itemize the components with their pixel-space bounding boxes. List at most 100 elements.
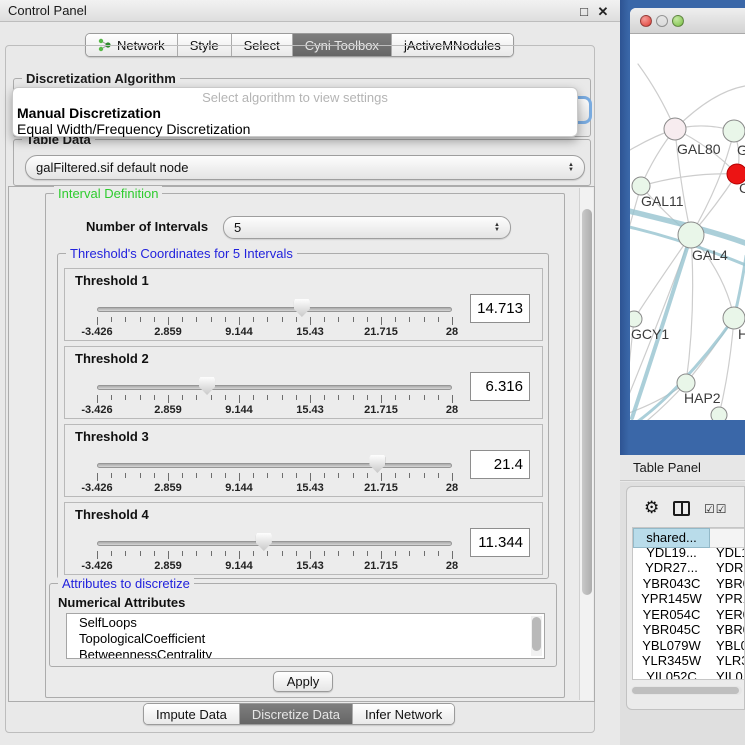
slider-tick [324, 551, 325, 556]
slider-tick [395, 317, 396, 322]
table-row[interactable]: YBR043CYBR0 [633, 575, 744, 591]
slider-tick-label: 21.715 [364, 560, 398, 572]
network-edge[interactable] [719, 318, 734, 415]
attributes-scrollbar-thumb[interactable] [532, 617, 541, 651]
table-row[interactable]: YBL079WYBL0 [633, 637, 744, 653]
network-node-gal80[interactable] [664, 118, 686, 140]
network-edge[interactable] [641, 174, 737, 186]
threshold-slider-thumb[interactable] [294, 299, 310, 317]
network-canvas[interactable]: GAL80GCGAL11GAL4GCY1HHAP2 [630, 34, 745, 420]
table-horizontal-scrollbar[interactable] [631, 686, 742, 695]
slider-tick [125, 395, 126, 400]
slider-tick [353, 317, 354, 322]
tab-discretize-data[interactable]: Discretize Data [240, 704, 353, 724]
slider-tick-label: 28 [446, 326, 458, 338]
slider-tick [97, 395, 98, 403]
close-traffic-light-icon[interactable] [640, 15, 652, 27]
slider-tick [97, 551, 98, 559]
slider-tick [140, 551, 141, 556]
table-row[interactable]: YDL19...YDL1 [633, 544, 744, 560]
algorithm-option[interactable]: Manual Discretization [13, 105, 577, 121]
tab-impute-data[interactable]: Impute Data [144, 704, 240, 724]
float-window-icon[interactable]: □ [576, 4, 592, 20]
slider-tick [253, 473, 254, 478]
slider-tick [168, 317, 169, 325]
threshold-value-field[interactable]: 21.4 [470, 450, 530, 479]
slider-tick [338, 551, 339, 556]
slider-tick [125, 551, 126, 556]
slider-tick [154, 473, 155, 478]
slider-tick [367, 317, 368, 322]
slider-tick [367, 473, 368, 478]
threshold-value-field[interactable]: 6.316 [470, 372, 530, 401]
slider-tick [424, 395, 425, 400]
table-row[interactable]: YLR345WYLR3 [633, 652, 744, 668]
threshold-panel: Threshold 4-3.4262.8599.14415.4321.71528… [64, 502, 543, 575]
table-row[interactable]: YPR145WYPR1 [633, 590, 744, 606]
threshold-slider-thumb[interactable] [199, 377, 215, 395]
threshold-panel: Threshold 1-3.4262.8599.14415.4321.71528… [64, 268, 543, 341]
table-row[interactable]: YBR045CYBR0 [633, 621, 744, 637]
apply-button[interactable]: Apply [273, 671, 333, 692]
threshold-value-field[interactable]: 11.344 [470, 528, 530, 557]
close-panel-icon[interactable]: ✕ [595, 4, 611, 20]
slider-tick-label: 21.715 [364, 482, 398, 494]
network-window-titlebar [630, 8, 745, 34]
network-node-gal4[interactable] [678, 222, 704, 248]
slider-tick [452, 473, 453, 481]
table-cell: YIL052C [633, 668, 710, 681]
zoom-traffic-light-icon[interactable] [672, 15, 684, 27]
threshold-slider-thumb[interactable] [256, 533, 272, 551]
intervals-combo-value: 5 [234, 220, 494, 235]
table-row[interactable]: YIL052CYIL0 [633, 668, 744, 681]
network-node-gcy1[interactable] [630, 311, 642, 327]
select-columns-icons[interactable]: ☑☑ [704, 502, 728, 516]
network-node-label: H [738, 326, 745, 342]
slider-tick-label: -3.426 [81, 560, 112, 572]
threshold-slider-thumb[interactable] [369, 455, 385, 473]
network-node-g[interactable] [723, 120, 745, 142]
slider-tick-label: 2.859 [154, 404, 182, 416]
slider-tick [253, 317, 254, 322]
tab-infer-network[interactable]: Infer Network [353, 704, 454, 724]
network-node[interactable] [711, 407, 727, 420]
slider-tick [111, 551, 112, 556]
attribute-list-item[interactable]: TopologicalCoefficient [67, 630, 544, 646]
slider-tick [253, 395, 254, 400]
gear-icon[interactable]: ⚙ [644, 498, 659, 518]
algorithm-option[interactable]: Equal Width/Frequency Discretization [13, 121, 577, 137]
slider-tick [97, 317, 98, 325]
slider-tick [381, 317, 382, 325]
table-row[interactable]: YER054CYER0 [633, 606, 744, 622]
slider-tick [381, 473, 382, 481]
slider-tick [367, 551, 368, 556]
threshold-slider-track[interactable] [97, 385, 452, 390]
table-data-combo-value: galFiltered.sif default node [36, 160, 568, 175]
slider-tick [211, 473, 212, 478]
threshold-slider-track[interactable] [97, 307, 452, 312]
split-columns-icon[interactable] [673, 501, 690, 516]
threshold-slider-track[interactable] [97, 463, 452, 468]
tab-label: Infer Network [365, 707, 442, 722]
minimize-traffic-light-icon[interactable] [656, 15, 668, 27]
node-table[interactable]: shared...n YDL19...YDL1YDR27...YDR2YBR04… [632, 527, 744, 680]
attribute-list-item[interactable]: BetweennessCentrality [67, 646, 544, 659]
numerical-attributes-list[interactable]: SelfLoopsTopologicalCoefficientBetweenne… [66, 613, 545, 659]
slider-tick-label: 2.859 [154, 482, 182, 494]
network-node-label: GAL80 [677, 141, 721, 157]
number-of-intervals-combo[interactable]: 5 ▲▼ [223, 216, 511, 239]
network-edge[interactable] [634, 235, 691, 319]
slider-tick-label: 28 [446, 560, 458, 572]
table-row[interactable]: YDR27...YDR2 [633, 559, 744, 575]
attributes-list-scrollbar[interactable] [531, 616, 542, 656]
table-cell: YBR043C [633, 575, 710, 591]
threshold-slider-track[interactable] [97, 541, 452, 546]
table-data-combo[interactable]: galFiltered.sif default node ▲▼ [25, 155, 585, 180]
table-hscrollbar-thumb[interactable] [632, 687, 739, 694]
network-node-label: GCY1 [631, 326, 669, 342]
attribute-list-item[interactable]: SelfLoops [67, 614, 544, 630]
threshold-value-field[interactable]: 14.713 [470, 294, 530, 323]
main-vertical-scrollbar[interactable] [579, 188, 593, 700]
slider-tick-label: 21.715 [364, 404, 398, 416]
main-scrollbar-thumb[interactable] [582, 209, 592, 595]
